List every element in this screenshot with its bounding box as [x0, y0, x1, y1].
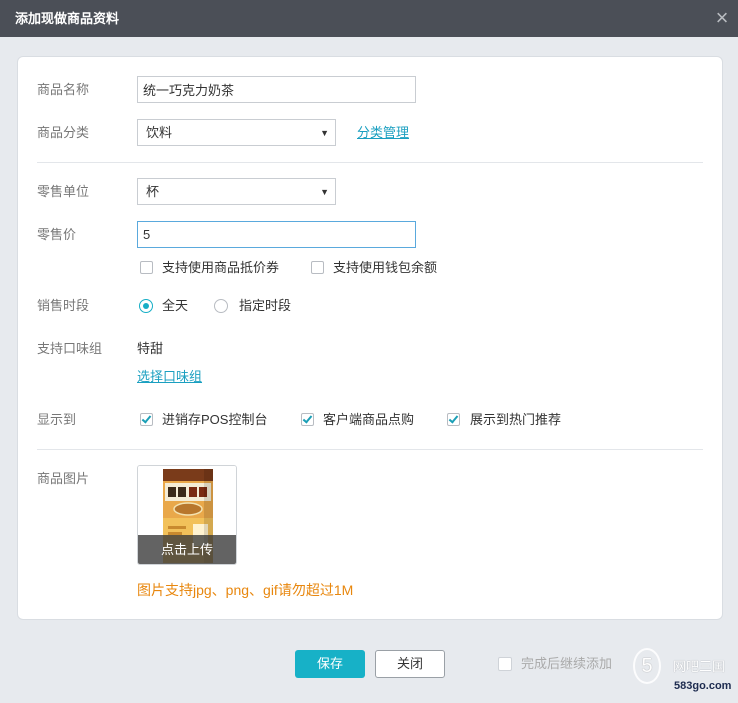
voucher-checkbox[interactable]	[140, 261, 153, 274]
price-label: 零售价	[37, 227, 77, 242]
unit-select[interactable]: 杯 ▼	[137, 178, 336, 205]
divider	[37, 162, 703, 163]
category-select[interactable]: 饮料 ▼	[137, 119, 336, 146]
name-input[interactable]	[137, 76, 416, 103]
flavor-value: 特甜	[137, 341, 164, 356]
client-order-checkbox[interactable]	[301, 413, 314, 426]
watermark-text: 网吧三国	[673, 659, 726, 674]
flavor-label: 支持口味组	[37, 341, 103, 356]
hot-recommend-checkbox-label[interactable]: 展示到热门推荐	[470, 410, 561, 430]
close-button[interactable]: 关闭	[375, 650, 445, 678]
continue-add-label[interactable]: 完成后继续添加	[521, 654, 612, 674]
display-label: 显示到	[37, 412, 77, 427]
specified-period-radio[interactable]	[214, 299, 228, 313]
name-label: 商品名称	[37, 82, 90, 97]
select-flavor-link[interactable]: 选择口味组	[137, 367, 202, 387]
image-upload-box[interactable]: 点击上传	[137, 465, 237, 565]
unit-label: 零售单位	[37, 184, 90, 199]
pos-console-checkbox[interactable]	[140, 413, 153, 426]
wallet-checkbox-label[interactable]: 支持使用钱包余额	[333, 258, 437, 278]
watermark-site: 583go.com	[674, 680, 732, 692]
save-button[interactable]: 保存	[295, 650, 365, 678]
pos-console-checkbox-label[interactable]: 进销存POS控制台	[162, 410, 267, 430]
specified-period-radio-label[interactable]: 指定时段	[239, 296, 291, 316]
caret-down-icon: ▼	[320, 128, 329, 138]
upload-button[interactable]: 点击上传	[138, 535, 236, 564]
category-label: 商品分类	[37, 125, 90, 140]
close-icon[interactable]: ×	[712, 6, 732, 30]
image-label: 商品图片	[37, 471, 90, 486]
price-input[interactable]	[137, 221, 416, 248]
wallet-checkbox[interactable]	[311, 261, 324, 274]
all-day-radio-label[interactable]: 全天	[162, 296, 188, 316]
client-order-checkbox-label[interactable]: 客户端商品点购	[323, 410, 414, 430]
dialog-title: 添加现做商品资料	[15, 11, 120, 26]
caret-down-icon: ▼	[320, 187, 329, 197]
hot-recommend-checkbox[interactable]	[447, 413, 460, 426]
divider	[37, 449, 703, 450]
watermark-logo: 5	[633, 648, 661, 684]
voucher-checkbox-label[interactable]: 支持使用商品抵价券	[162, 258, 279, 278]
image-hint: 图片支持jpg、png、gif请勿超过1M	[137, 582, 354, 598]
sale-period-label: 销售时段	[37, 298, 90, 313]
category-manage-link[interactable]: 分类管理	[357, 123, 409, 143]
continue-add-checkbox[interactable]	[498, 657, 512, 671]
category-select-value: 饮料	[146, 125, 173, 140]
unit-select-value: 杯	[146, 184, 160, 199]
all-day-radio[interactable]	[139, 299, 153, 313]
